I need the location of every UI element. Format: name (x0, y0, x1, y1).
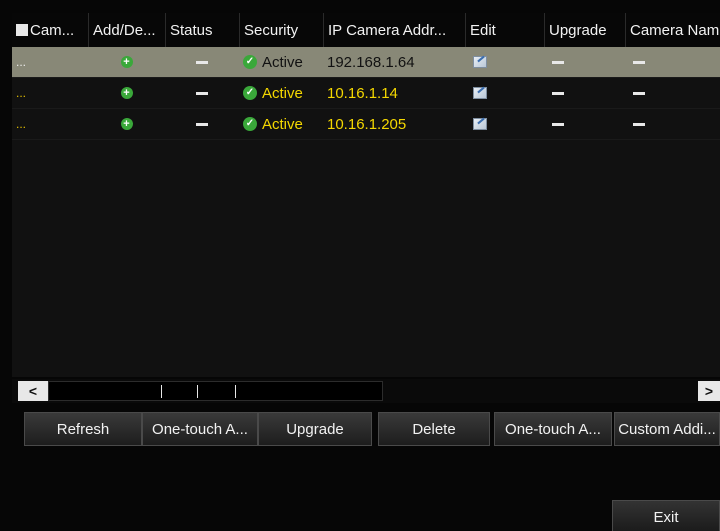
column-label-upgrade: Upgrade (549, 21, 607, 39)
camera-management-panel: Cam... Add/De... Status Security IP Came… (0, 0, 720, 531)
add-circle-icon[interactable]: + (120, 118, 133, 130)
check-circle-icon: ✓ (243, 55, 257, 69)
upgrade-dash-icon (552, 91, 564, 95)
refresh-button[interactable]: Refresh (24, 412, 142, 446)
scroll-tick (197, 385, 198, 398)
column-label-security: Security (244, 21, 299, 39)
status-dash-icon (196, 122, 208, 126)
check-circle-icon: ✓ (243, 86, 257, 100)
table-row[interactable]: ... + ✓ Active 10.16.1.205 (12, 109, 720, 140)
upgrade-dash-icon (552, 60, 564, 64)
camera-no-cell: ... (16, 86, 27, 100)
scrollbar-track[interactable] (48, 381, 383, 401)
status-dash-icon (196, 60, 208, 64)
camera-name-dash-icon (633, 60, 645, 64)
custom-adding-button[interactable]: Custom Addi... (614, 412, 720, 446)
edit-icon[interactable] (473, 118, 487, 130)
security-status: Active (262, 53, 303, 71)
status-dash-icon (196, 91, 208, 95)
horizontal-scrollbar[interactable]: < > (12, 379, 720, 403)
camera-no-cell: ... (16, 55, 27, 69)
camera-name-dash-icon (633, 122, 645, 126)
edit-icon[interactable] (473, 87, 487, 99)
upgrade-button[interactable]: Upgrade (258, 412, 372, 446)
add-circle-icon[interactable]: + (120, 56, 133, 68)
one-touch-adding-button[interactable]: One-touch A... (494, 412, 612, 446)
column-header-camera[interactable]: Cam... (12, 13, 88, 47)
ip-address: 10.16.1.205 (327, 115, 407, 133)
exit-button[interactable]: Exit (612, 500, 720, 531)
one-touch-activate-button[interactable]: One-touch A... (142, 412, 258, 446)
scroll-right-button[interactable]: > (698, 381, 720, 401)
delete-button[interactable]: Delete (378, 412, 490, 446)
column-label-camera-name: Camera Nam (630, 21, 720, 39)
column-label-ip-address: IP Camera Addr... (328, 21, 447, 39)
scroll-left-button[interactable]: < (18, 381, 48, 401)
action-button-bar: Refresh One-touch A... Upgrade Delete On… (12, 412, 720, 446)
column-header-ip-address[interactable]: IP Camera Addr... (323, 13, 465, 47)
column-header-add-delete[interactable]: Add/De... (88, 13, 165, 47)
scroll-tick (161, 385, 162, 398)
column-header-status[interactable]: Status (165, 13, 239, 47)
check-circle-icon: ✓ (243, 117, 257, 131)
security-status: Active (262, 115, 303, 133)
edit-icon[interactable] (473, 56, 487, 68)
ip-address: 10.16.1.14 (327, 84, 398, 102)
upgrade-dash-icon (552, 122, 564, 126)
column-header-upgrade[interactable]: Upgrade (544, 13, 625, 47)
column-header-edit[interactable]: Edit (465, 13, 544, 47)
ip-address: 192.168.1.64 (327, 53, 415, 71)
table-row[interactable]: ... + ✓ Active 10.16.1.14 (12, 78, 720, 109)
table-row[interactable]: ... + ✓ Active 192.168.1.64 (12, 47, 720, 78)
camera-name-dash-icon (633, 91, 645, 95)
column-label-status: Status (170, 21, 213, 39)
add-circle-icon[interactable]: + (120, 87, 133, 99)
security-status: Active (262, 84, 303, 102)
column-label-add-delete: Add/De... (93, 21, 156, 39)
scroll-tick (235, 385, 236, 398)
column-header-camera-name[interactable]: Camera Nam (625, 13, 720, 47)
column-header-security[interactable]: Security (239, 13, 323, 47)
camera-table-body: ... + ✓ Active 192.168.1.64 ... + ✓ Active… (12, 47, 720, 377)
select-all-checkbox[interactable] (16, 24, 28, 36)
column-label-edit: Edit (470, 21, 496, 39)
camera-no-cell: ... (16, 117, 27, 131)
table-header: Cam... Add/De... Status Security IP Came… (12, 13, 720, 47)
column-label-camera: Cam... (30, 21, 75, 39)
